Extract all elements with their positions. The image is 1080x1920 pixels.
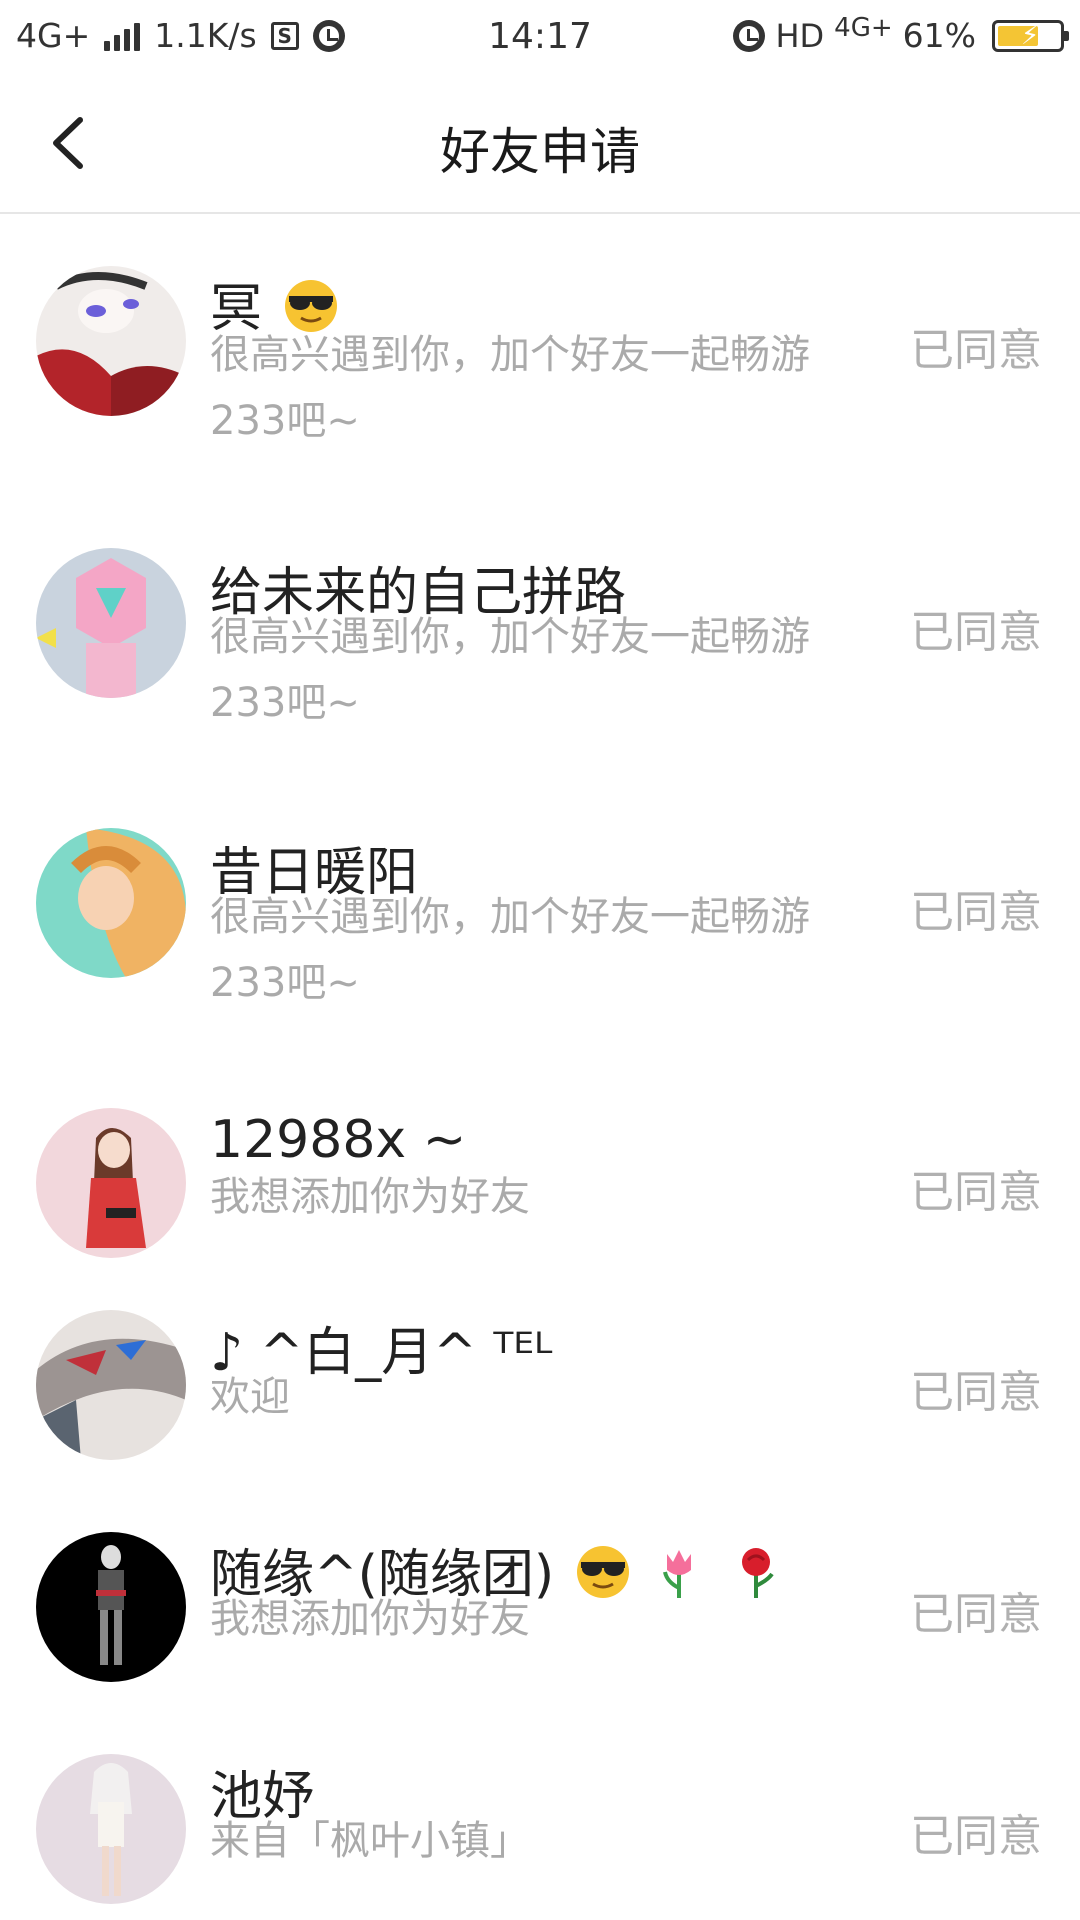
request-message: 欢迎 [210, 1374, 290, 1420]
status-label: 已同意 [910, 1367, 1042, 1418]
page-title: 好友申请 [440, 123, 640, 181]
friend-request-list: 冥 很高兴遇到你，加个好友一起畅游233吧~ 已同意 给未来的自己拼路 很高兴遇… [0, 216, 1080, 1904]
status-label: 已同意 [910, 1589, 1042, 1640]
alarm-icon [733, 19, 766, 52]
avatar[interactable] [36, 828, 186, 978]
battery-icon: ⚡ [992, 19, 1069, 52]
request-message: 很高兴遇到你，加个好友一起畅游233吧~ [210, 332, 810, 444]
avatar[interactable] [36, 548, 186, 698]
list-item[interactable]: 昔日暖阳 很高兴遇到你，加个好友一起畅游233吧~ 已同意 [0, 776, 1080, 1058]
list-item[interactable]: 给未来的自己拼路 很高兴遇到你，加个好友一起畅游233吧~ 已同意 [0, 496, 1080, 776]
requester-name: 12988x ~ [210, 1110, 467, 1170]
avatar[interactable] [36, 1754, 186, 1904]
list-item[interactable]: 随缘^(随缘团) 我想添加你为好友 已同意 [0, 1502, 1080, 1724]
avatar[interactable] [36, 1310, 186, 1460]
list-item[interactable]: 冥 很高兴遇到你，加个好友一起畅游233吧~ 已同意 [0, 216, 1080, 496]
request-message: 很高兴遇到你，加个好友一起畅游233吧~ [210, 894, 810, 1006]
hd-label: HD [775, 16, 825, 55]
status-bar-right: HD 4G+ 61% ⚡ [733, 12, 1069, 55]
header: 好友申请 [0, 72, 1080, 214]
request-message: 我想添加你为好友 [210, 1174, 530, 1220]
status-label: 已同意 [910, 607, 1042, 658]
network-type-right: 4G+ [834, 12, 893, 43]
status-bar: 4G+ 1.1K/s S 14:17 HD 4G+ 61% ⚡ [0, 0, 1080, 72]
status-label: 已同意 [910, 325, 1042, 376]
avatar[interactable] [36, 1108, 186, 1258]
status-label: 已同意 [910, 1167, 1042, 1218]
list-item[interactable]: ♪ ^白_月^ ᵀᴱᴸ 欢迎 已同意 [0, 1280, 1080, 1502]
avatar[interactable] [36, 1532, 186, 1682]
request-message: 来自「枫叶小镇」 [210, 1818, 530, 1864]
list-item[interactable]: 12988x ~ 我想添加你为好友 已同意 [0, 1058, 1080, 1280]
request-message: 我想添加你为好友 [210, 1596, 530, 1642]
status-label: 已同意 [910, 887, 1042, 938]
status-label: 已同意 [910, 1811, 1042, 1862]
request-message: 很高兴遇到你，加个好友一起畅游233吧~ [210, 614, 810, 726]
avatar[interactable] [36, 266, 186, 416]
list-item[interactable]: 池妤 来自「枫叶小镇」 已同意 [0, 1724, 1080, 1904]
battery-percent: 61% [902, 16, 976, 55]
